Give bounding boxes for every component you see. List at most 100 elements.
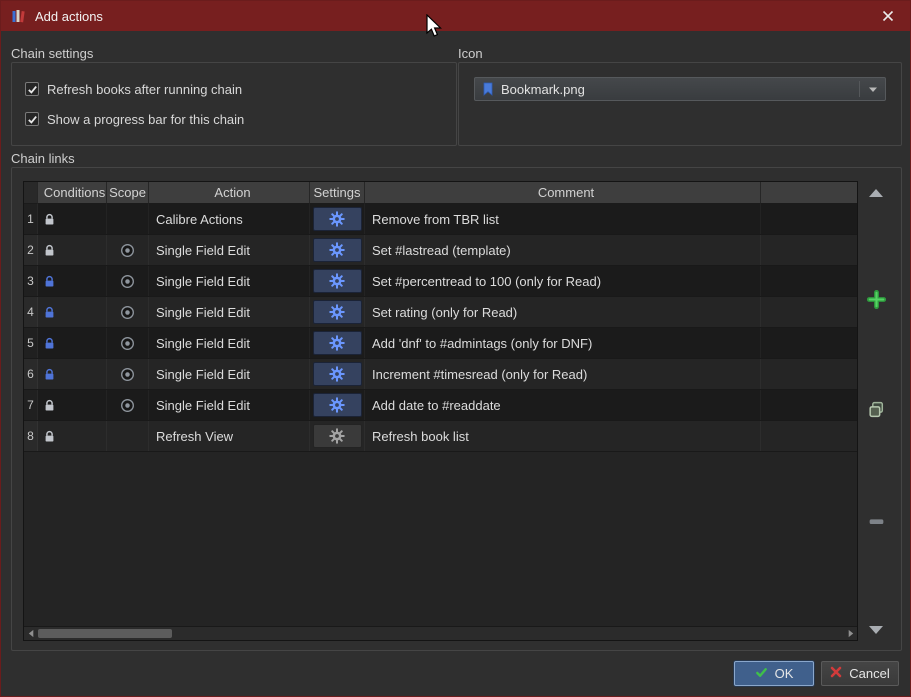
chain-links-table: Conditions Scope Action Settings Comment… xyxy=(23,181,858,641)
gear-icon xyxy=(329,304,345,320)
settings-cell xyxy=(310,235,365,265)
table-row[interactable]: 8 Refresh View Refresh book list xyxy=(24,421,857,452)
close-icon[interactable] xyxy=(876,4,900,28)
comment-cell[interactable]: Increment #timesread (only for Read) xyxy=(365,359,761,389)
action-cell[interactable]: Calibre Actions xyxy=(149,204,310,234)
scope-cell[interactable] xyxy=(107,421,149,451)
scope-cell[interactable] xyxy=(107,297,149,327)
comment-cell[interactable]: Set rating (only for Read) xyxy=(365,297,761,327)
comment-cell[interactable]: Set #percentread to 100 (only for Read) xyxy=(365,266,761,296)
row-settings-button[interactable] xyxy=(313,362,362,386)
row-settings-button[interactable] xyxy=(313,300,362,324)
conditions-cell[interactable] xyxy=(38,235,107,265)
chain-links-label: Chain links xyxy=(11,151,75,166)
row-settings-button[interactable] xyxy=(313,207,362,231)
scope-cell[interactable] xyxy=(107,266,149,296)
spacer-cell xyxy=(761,204,857,234)
scope-target-icon xyxy=(120,367,135,382)
conditions-cell[interactable] xyxy=(38,266,107,296)
comment-cell[interactable]: Remove from TBR list xyxy=(365,204,761,234)
table-row[interactable]: 6 Single Field Edit Increment #timesread… xyxy=(24,359,857,390)
action-cell[interactable]: Refresh View xyxy=(149,421,310,451)
move-up-button[interactable] xyxy=(864,182,888,206)
move-down-button[interactable] xyxy=(864,619,888,643)
scope-target-icon xyxy=(120,274,135,289)
column-header-empty[interactable] xyxy=(761,182,857,204)
column-header-conditions[interactable]: Conditions xyxy=(38,182,107,204)
row-number: 2 xyxy=(24,235,38,265)
checkbox-refresh-books[interactable]: Refresh books after running chain xyxy=(25,81,242,97)
cross-icon xyxy=(830,666,842,681)
remove-link-button[interactable] xyxy=(864,512,888,536)
scope-cell[interactable] xyxy=(107,390,149,420)
table-row[interactable]: 3 Single Field Edit Set #percentread to … xyxy=(24,266,857,297)
scope-target-icon xyxy=(120,398,135,413)
row-settings-button[interactable] xyxy=(313,269,362,293)
action-cell[interactable]: Single Field Edit xyxy=(149,328,310,358)
action-cell[interactable]: Single Field Edit xyxy=(149,235,310,265)
scope-cell[interactable] xyxy=(107,204,149,234)
add-link-button[interactable] xyxy=(864,290,888,314)
table-row[interactable]: 7 Single Field Edit Add date to #readdat… xyxy=(24,390,857,421)
column-header-settings[interactable]: Settings xyxy=(310,182,365,204)
lock-icon xyxy=(43,337,56,350)
action-cell[interactable]: Single Field Edit xyxy=(149,297,310,327)
scope-cell[interactable] xyxy=(107,235,149,265)
column-header-comment[interactable]: Comment xyxy=(365,182,761,204)
scroll-left-icon[interactable] xyxy=(24,627,38,640)
row-settings-button[interactable] xyxy=(313,238,362,262)
row-settings-button[interactable] xyxy=(313,393,362,417)
action-cell[interactable]: Single Field Edit xyxy=(149,266,310,296)
up-arrow-icon xyxy=(868,185,884,203)
titlebar[interactable]: Add actions xyxy=(1,1,910,31)
lock-icon xyxy=(43,399,56,412)
spacer-cell xyxy=(761,297,857,327)
cancel-button[interactable]: Cancel xyxy=(821,661,899,686)
copy-link-button[interactable] xyxy=(864,400,888,424)
checkbox-label: Show a progress bar for this chain xyxy=(47,112,244,127)
table-row[interactable]: 5 Single Field Edit Add 'dnf' to #admint… xyxy=(24,328,857,359)
conditions-cell[interactable] xyxy=(38,204,107,234)
table-row[interactable]: 1 Calibre Actions Remove from TBR list xyxy=(24,204,857,235)
scope-cell[interactable] xyxy=(107,328,149,358)
table-row[interactable]: 4 Single Field Edit Set rating (only for… xyxy=(24,297,857,328)
gear-icon xyxy=(329,211,345,227)
row-number: 3 xyxy=(24,266,38,296)
ok-button[interactable]: OK xyxy=(734,661,814,686)
row-settings-button[interactable] xyxy=(313,331,362,355)
action-cell[interactable]: Single Field Edit xyxy=(149,359,310,389)
spacer-cell xyxy=(761,266,857,296)
spacer-cell xyxy=(761,390,857,420)
conditions-cell[interactable] xyxy=(38,328,107,358)
row-number: 8 xyxy=(24,421,38,451)
plus-icon xyxy=(867,290,886,314)
settings-cell xyxy=(310,297,365,327)
scroll-right-icon[interactable] xyxy=(843,627,857,640)
action-cell[interactable]: Single Field Edit xyxy=(149,390,310,420)
settings-cell xyxy=(310,421,365,451)
scrollbar-thumb[interactable] xyxy=(38,629,172,638)
comment-cell[interactable]: Set #lastread (template) xyxy=(365,235,761,265)
combobox-value: Bookmark.png xyxy=(501,82,585,97)
checkbox-progress-bar[interactable]: Show a progress bar for this chain xyxy=(25,111,244,127)
icon-combobox[interactable]: Bookmark.png xyxy=(474,77,886,101)
column-header-scope[interactable]: Scope xyxy=(107,182,149,204)
column-header-action[interactable]: Action xyxy=(149,182,310,204)
conditions-cell[interactable] xyxy=(38,359,107,389)
comment-cell[interactable]: Refresh book list xyxy=(365,421,761,451)
conditions-cell[interactable] xyxy=(38,390,107,420)
settings-cell xyxy=(310,266,365,296)
lock-icon xyxy=(43,430,56,443)
lock-icon xyxy=(43,213,56,226)
comment-cell[interactable]: Add date to #readdate xyxy=(365,390,761,420)
chain-settings-group xyxy=(11,62,457,146)
table-row[interactable]: 2 Single Field Edit Set #lastread (templ… xyxy=(24,235,857,266)
chain-links-rows: 1 Calibre Actions Remove from TBR list 2 xyxy=(24,204,857,452)
conditions-cell[interactable] xyxy=(38,421,107,451)
checkbox-box xyxy=(25,112,39,126)
horizontal-scrollbar[interactable] xyxy=(24,626,857,640)
comment-cell[interactable]: Add 'dnf' to #admintags (only for DNF) xyxy=(365,328,761,358)
row-settings-button[interactable] xyxy=(313,424,362,448)
scope-cell[interactable] xyxy=(107,359,149,389)
conditions-cell[interactable] xyxy=(38,297,107,327)
